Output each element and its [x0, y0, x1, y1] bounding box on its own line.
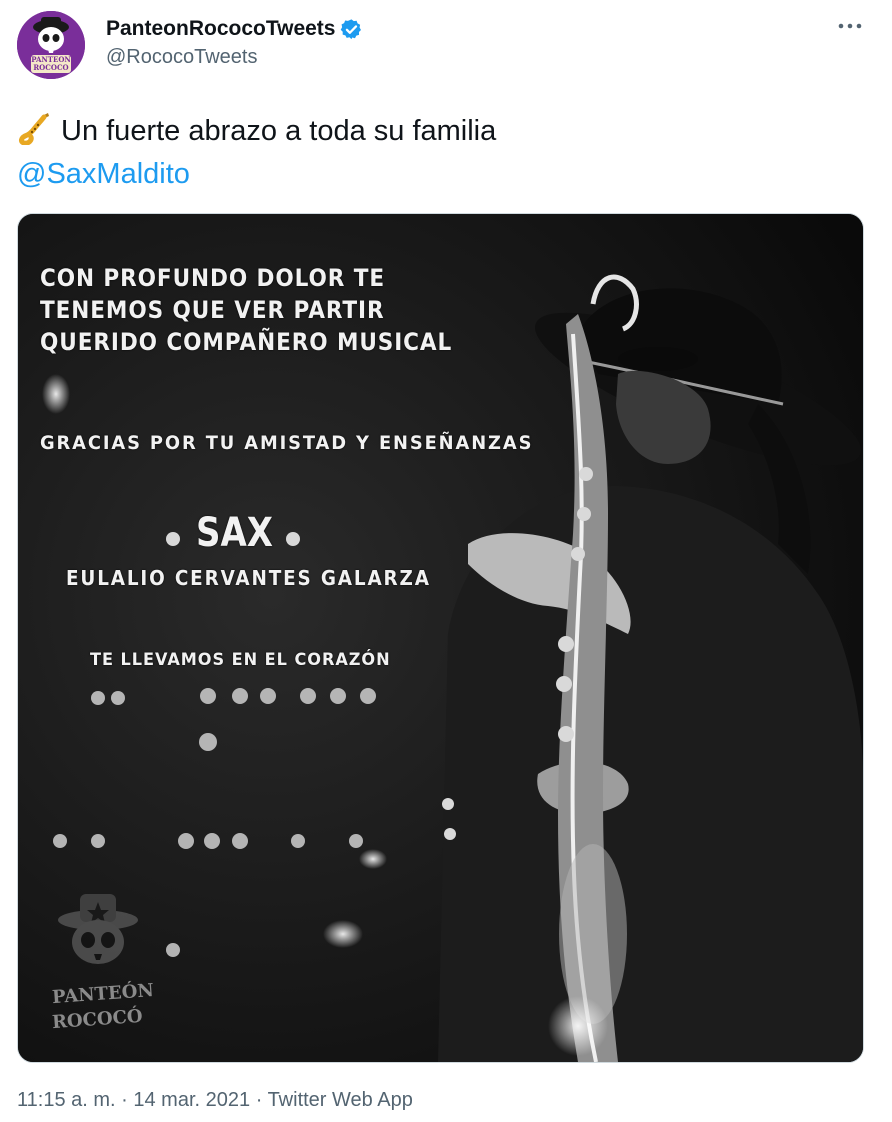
- author-info[interactable]: PanteonRococoTweets @RococoTweets: [106, 17, 363, 69]
- tweet-source: Twitter Web App: [267, 1089, 413, 1111]
- more-options-icon[interactable]: [836, 16, 866, 36]
- verified-badge-icon: [340, 18, 363, 41]
- meta-separator: ·: [121, 1089, 128, 1111]
- tweet-image[interactable]: Con profundo dolor te tenemos que ver pa…: [17, 213, 864, 1063]
- tweet-body: Un fuerte abrazo a toda su familia: [61, 115, 497, 147]
- tweet-date[interactable]: 14 mar. 2021: [133, 1089, 250, 1111]
- poster-gracias: Gracias por tu amistad y enseñanzas: [40, 432, 534, 454]
- avatar-text: PANTEON ROCOCO: [31, 55, 71, 72]
- poster-corazon: Te llevamos en el corazón: [90, 650, 391, 670]
- mention-link[interactable]: @SaxMaldito: [17, 153, 877, 196]
- poster-headline: Con profundo dolor te tenemos que ver pa…: [40, 264, 453, 356]
- sax-dot-right: [286, 532, 300, 546]
- saxophone-icon: [17, 111, 51, 146]
- poster-fullname: Eulalio Cervantes Galarza: [66, 566, 431, 590]
- sax-dot-left: [166, 532, 180, 546]
- tweet-meta: 11:15 a. m. · 14 mar. 2021 · Twitter Web…: [17, 1089, 413, 1112]
- tweet-time[interactable]: 11:15 a. m.: [17, 1089, 116, 1111]
- avatar[interactable]: PANTEON ROCOCO: [17, 11, 85, 79]
- tweet-text: Un fuerte abrazo a toda su familia @SaxM…: [17, 110, 877, 196]
- meta-separator: ·: [255, 1089, 263, 1111]
- poster-sax: SAX: [196, 510, 274, 556]
- display-name[interactable]: PanteonRococoTweets: [106, 17, 335, 41]
- handle[interactable]: @RococoTweets: [106, 46, 363, 69]
